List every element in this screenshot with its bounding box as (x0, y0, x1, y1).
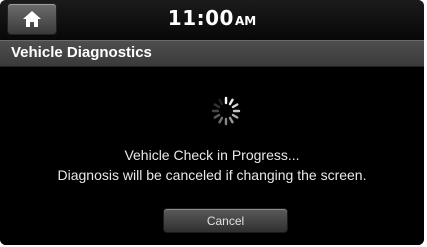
loading-spinner-icon (211, 96, 241, 126)
clock-ampm: AM (234, 14, 257, 28)
main-content: Vehicle Check in Progress... Diagnosis w… (0, 67, 424, 245)
clock: 11:00AM (0, 6, 424, 30)
warning-message: Diagnosis will be canceled if changing t… (57, 167, 367, 183)
page-title: Vehicle Diagnostics (11, 44, 152, 61)
cancel-button[interactable]: Cancel (164, 209, 287, 232)
clock-time: 11:00 (167, 6, 234, 30)
status-message: Vehicle Check in Progress... (124, 147, 300, 163)
screen: 11:00AM Vehicle Diagnostics Vehicle Chec… (0, 0, 424, 245)
title-bar: Vehicle Diagnostics (0, 40, 424, 67)
status-bar: 11:00AM (0, 0, 424, 40)
